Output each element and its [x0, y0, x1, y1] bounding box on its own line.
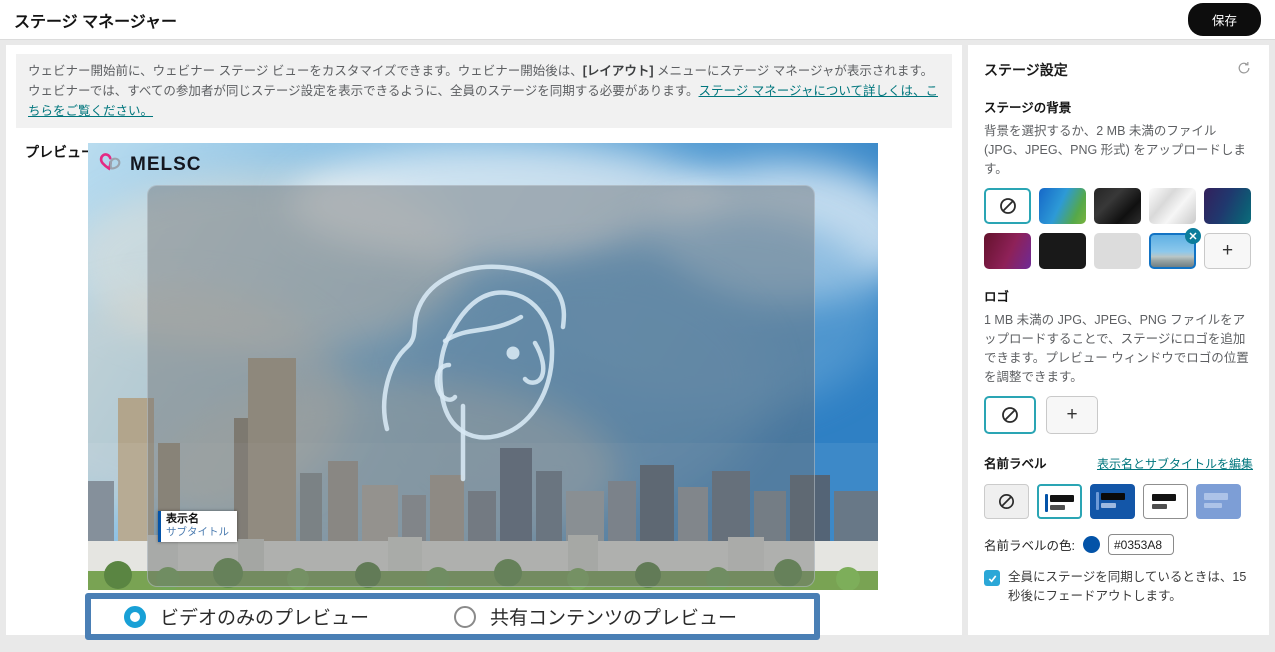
background-thumbnail-none[interactable] — [984, 188, 1031, 224]
background-thumbnail-light-gray[interactable] — [1094, 233, 1141, 269]
content-area: ウェビナー開始前に、ウェビナー ステージ ビューをカスタマイズできます。ウェビナ… — [0, 40, 1275, 640]
color-swatch[interactable] — [1083, 536, 1100, 553]
radio-selected-icon[interactable] — [124, 606, 146, 628]
background-thumbnail-silver[interactable] — [1149, 188, 1196, 224]
name-label-heading: 名前ラベル — [984, 453, 1047, 472]
close-icon — [1189, 232, 1197, 240]
stage-preview[interactable]: MELSC 表示名 サブタイトル — [88, 143, 878, 590]
label-style-light[interactable] — [1143, 484, 1188, 519]
none-icon — [998, 196, 1018, 216]
color-value-input[interactable] — [1108, 534, 1174, 555]
background-upload-button[interactable]: + — [1204, 233, 1251, 269]
refresh-button[interactable] — [1235, 59, 1253, 80]
fadeout-option-row: 全員にステージを同期しているときは、15 秒後にフェードアウトします。 — [984, 568, 1253, 606]
name-label-color-label: 名前ラベルの色: — [984, 535, 1075, 554]
preview-panel: ウェビナー開始前に、ウェビナー ステージ ビューをカスタマイズできます。ウェビナ… — [6, 45, 962, 635]
page-header: ステージ マネージャー 保存 — [0, 0, 1275, 40]
edit-name-subtitle-link[interactable]: 表示名とサブタイトルを編集 — [1097, 455, 1253, 472]
logo-upload-button[interactable]: + — [1046, 396, 1098, 434]
background-thumbnail-magenta-purple[interactable] — [984, 233, 1031, 269]
save-button[interactable]: 保存 — [1188, 3, 1261, 36]
radio-video-only-label: ビデオのみのプレビュー — [160, 603, 369, 630]
stage-settings-panel: ステージ設定 ステージの背景 背景を選択するか、2 MB 未満のファイル (JP… — [968, 45, 1269, 635]
none-icon — [1000, 405, 1020, 425]
fadeout-checkbox-checked[interactable] — [984, 570, 1000, 586]
plus-icon: + — [1066, 404, 1077, 426]
brand-name: MELSC — [130, 154, 202, 176]
heart-logo-icon — [98, 152, 125, 177]
face-placeholder-icon — [375, 241, 675, 491]
preview-mode-selector: ビデオのみのプレビュー 共有コンテンツのプレビュー — [85, 593, 820, 640]
logo-heading: ロゴ — [984, 286, 1253, 305]
background-thumbnail-dark-wave[interactable] — [1094, 188, 1141, 224]
plus-icon: + — [1222, 240, 1233, 262]
logo-options: + — [984, 396, 1253, 434]
background-heading: ステージの背景 — [984, 97, 1253, 116]
banner-layout-bold: [レイアウト] — [583, 64, 654, 78]
label-style-light-accent-selected[interactable] — [1037, 484, 1082, 519]
refresh-icon — [1237, 61, 1251, 75]
stage-settings-title: ステージ設定 — [984, 60, 1068, 80]
background-thumbnail-blue-green[interactable] — [1039, 188, 1086, 224]
background-description: 背景を選択するか、2 MB 未満のファイル (JPG、JPEG、PNG 形式) … — [984, 122, 1253, 178]
banner-line1-post: メニューにステージ マネージャが表示されます。 — [654, 64, 934, 78]
subtitle-text: サブタイトル — [166, 526, 229, 539]
name-label-overlay[interactable]: 表示名 サブタイトル — [158, 511, 237, 542]
banner-line1: ウェビナー開始前に、ウェビナー ステージ ビューをカスタマイズできます。ウェビナ… — [28, 64, 583, 78]
name-label-color-row: 名前ラベルの色: — [984, 534, 1253, 555]
label-style-none[interactable] — [984, 484, 1029, 519]
label-style-translucent-blue[interactable] — [1196, 484, 1241, 519]
preview-heading: プレビュー — [25, 142, 95, 162]
page-title: ステージ マネージャー — [14, 8, 177, 32]
none-icon — [997, 492, 1016, 511]
background-thumbnail-black[interactable] — [1039, 233, 1086, 269]
fadeout-label: 全員にステージを同期しているときは、15 秒後にフェードアウトします。 — [1008, 568, 1253, 606]
banner-line2: ウェビナーでは、すべての参加者が同じステージ設定を表示できるように、全員のステー… — [28, 84, 699, 98]
label-style-dark-blue[interactable] — [1090, 484, 1135, 519]
background-thumbnail-grid: + — [984, 188, 1254, 269]
check-icon — [987, 573, 998, 584]
background-thumbnail-dark-blue-teal[interactable] — [1204, 188, 1251, 224]
radio-video-only-preview[interactable]: ビデオのみのプレビュー — [124, 603, 369, 630]
radio-shared-content-label: 共有コンテンツのプレビュー — [490, 603, 737, 630]
name-label-styles — [984, 484, 1253, 519]
logo-none-button[interactable] — [984, 396, 1036, 434]
stage-logo: MELSC — [98, 152, 202, 177]
radio-shared-content-preview[interactable]: 共有コンテンツのプレビュー — [454, 603, 737, 630]
remove-background-button[interactable] — [1185, 228, 1201, 244]
background-thumbnail-city-selected[interactable] — [1149, 233, 1196, 269]
radio-unselected-icon[interactable] — [454, 606, 476, 628]
info-banner: ウェビナー開始前に、ウェビナー ステージ ビューをカスタマイズできます。ウェビナ… — [16, 54, 952, 128]
logo-description: 1 MB 未満の JPG、JPEG、PNG ファイルをアップロードすることで、ス… — [984, 311, 1253, 386]
display-name-text: 表示名 — [166, 513, 229, 526]
